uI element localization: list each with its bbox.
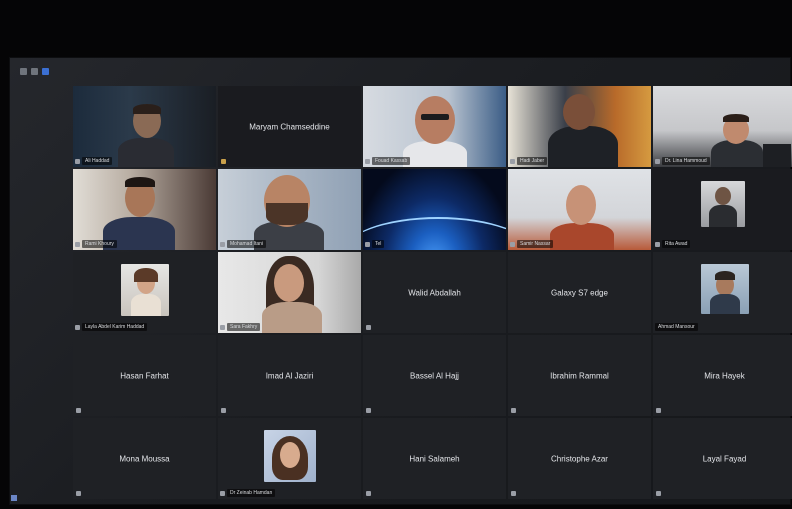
participant-name: Ali Haddad (82, 157, 113, 165)
microphone-icon[interactable] (656, 491, 661, 496)
video-feed (363, 169, 506, 250)
participant-name: Dr Zeinab Hamdan (227, 489, 276, 497)
video-feed (508, 169, 651, 250)
participant-tile[interactable]: Tel (363, 169, 506, 250)
video-feed (218, 169, 361, 250)
microphone-icon[interactable] (510, 241, 515, 247)
participant-name: Bassel Al Hajj (410, 371, 459, 380)
participant-tile[interactable]: Christophe Azar (508, 418, 651, 499)
video-feed (73, 86, 216, 167)
participant-tile[interactable]: Maryam Chamseddine (218, 86, 361, 167)
participant-name: Layla Abdel Karim Haddad (82, 323, 148, 331)
participant-tile[interactable]: Hadi Jaber (508, 86, 651, 167)
participant-tile[interactable]: Dr. Lina Hammoud (653, 86, 792, 167)
microphone-icon[interactable] (655, 241, 660, 247)
participant-name: Samir Nassar (517, 240, 554, 248)
participant-name: Mohamad Itani (227, 240, 267, 248)
participant-tile[interactable]: Imad Al Jaziri (218, 335, 361, 416)
participant-name: Christophe Azar (551, 454, 608, 463)
participant-name: Hasan Farhat (120, 371, 169, 380)
profile-picture (701, 181, 745, 227)
meeting-window: Ali Haddad Maryam Chamseddine Fouad Kass… (10, 58, 792, 504)
participant-tile[interactable]: Hani Salameh (363, 418, 506, 499)
microphone-icon[interactable] (75, 324, 80, 330)
microphone-icon[interactable] (511, 408, 516, 413)
microphone-icon[interactable] (366, 325, 371, 330)
windows-start-icon[interactable] (11, 495, 17, 501)
participant-tile[interactable]: Ahmad Mansour (653, 252, 792, 333)
microphone-icon[interactable] (365, 158, 370, 164)
participant-tile[interactable]: Walid Abdallah (363, 252, 506, 333)
restore-icon[interactable] (31, 67, 38, 75)
participant-name: Hani Salameh (409, 454, 460, 463)
microphone-icon[interactable] (366, 408, 371, 413)
microphone-icon[interactable] (220, 490, 225, 496)
participant-tile[interactable]: Galaxy S7 edge (508, 252, 651, 333)
microphone-icon[interactable] (221, 408, 226, 413)
participant-tile[interactable]: Mira Hayek (653, 335, 792, 416)
participant-tile[interactable]: Sara Fakhry (218, 252, 361, 333)
profile-picture (121, 264, 169, 316)
participant-name: Walid Abdallah (408, 288, 461, 297)
microphone-icon[interactable] (75, 158, 80, 164)
participant-tile[interactable]: Dr Zeinab Hamdan (218, 418, 361, 499)
gallery-grid: Ali Haddad Maryam Chamseddine Fouad Kass… (73, 86, 792, 499)
participant-name: Mona Moussa (119, 454, 170, 463)
participant-name: Rita Awad (662, 240, 691, 248)
participant-name: Ahmad Mansour (655, 323, 698, 331)
microphone-icon[interactable] (76, 408, 81, 413)
video-feed (218, 252, 361, 333)
participant-tile[interactable]: Ibrahim Rammal (508, 335, 651, 416)
participant-name: Hadi Jaber (517, 157, 548, 165)
microphone-icon[interactable] (220, 324, 225, 330)
participant-tile[interactable]: Layla Abdel Karim Haddad (73, 252, 216, 333)
microphone-icon[interactable] (365, 241, 370, 247)
video-feed (73, 169, 216, 250)
profile-picture (264, 430, 316, 482)
microphone-icon[interactable] (76, 491, 81, 496)
participant-name: Ibrahim Rammal (550, 371, 609, 380)
profile-picture (701, 264, 749, 314)
participant-name: Layal Fayad (702, 454, 747, 463)
participant-tile[interactable]: Hasan Farhat (73, 335, 216, 416)
microphone-icon[interactable] (221, 159, 226, 164)
participant-tile[interactable]: Ali Haddad (73, 86, 216, 167)
participant-tile[interactable]: Rami Khoury (73, 169, 216, 250)
participant-name: Rami Khoury (82, 240, 117, 248)
microphone-icon[interactable] (510, 158, 515, 164)
minimize-icon[interactable] (20, 67, 27, 75)
microphone-icon[interactable] (75, 241, 80, 247)
participant-tile[interactable]: Rita Awad (653, 169, 792, 250)
participant-tile[interactable]: Samir Nassar (508, 169, 651, 250)
microphone-icon[interactable] (656, 408, 661, 413)
window-controls (20, 64, 49, 78)
microphone-icon[interactable] (366, 491, 371, 496)
participant-name: Fouad Kassab (372, 157, 411, 165)
close-icon[interactable] (42, 67, 49, 75)
participant-tile[interactable]: Mona Moussa (73, 418, 216, 499)
microphone-icon[interactable] (655, 158, 660, 164)
participant-name: Dr. Lina Hammoud (662, 157, 710, 165)
video-feed (653, 86, 792, 167)
video-feed (508, 86, 651, 167)
participant-name: Sara Fakhry (227, 323, 261, 331)
participant-name: Maryam Chamseddine (249, 122, 330, 131)
participant-tile[interactable]: Bassel Al Hajj (363, 335, 506, 416)
participant-name: Galaxy S7 edge (551, 288, 608, 297)
video-feed (363, 86, 506, 167)
microphone-icon[interactable] (511, 491, 516, 496)
participant-name: Mira Hayek (704, 371, 745, 380)
participant-tile[interactable]: Mohamad Itani (218, 169, 361, 250)
participant-name: Imad Al Jaziri (265, 371, 314, 380)
participant-tile[interactable]: Fouad Kassab (363, 86, 506, 167)
participant-tile[interactable]: Layal Fayad (653, 418, 792, 499)
participant-name: Tel (372, 240, 385, 248)
microphone-icon[interactable] (220, 241, 225, 247)
